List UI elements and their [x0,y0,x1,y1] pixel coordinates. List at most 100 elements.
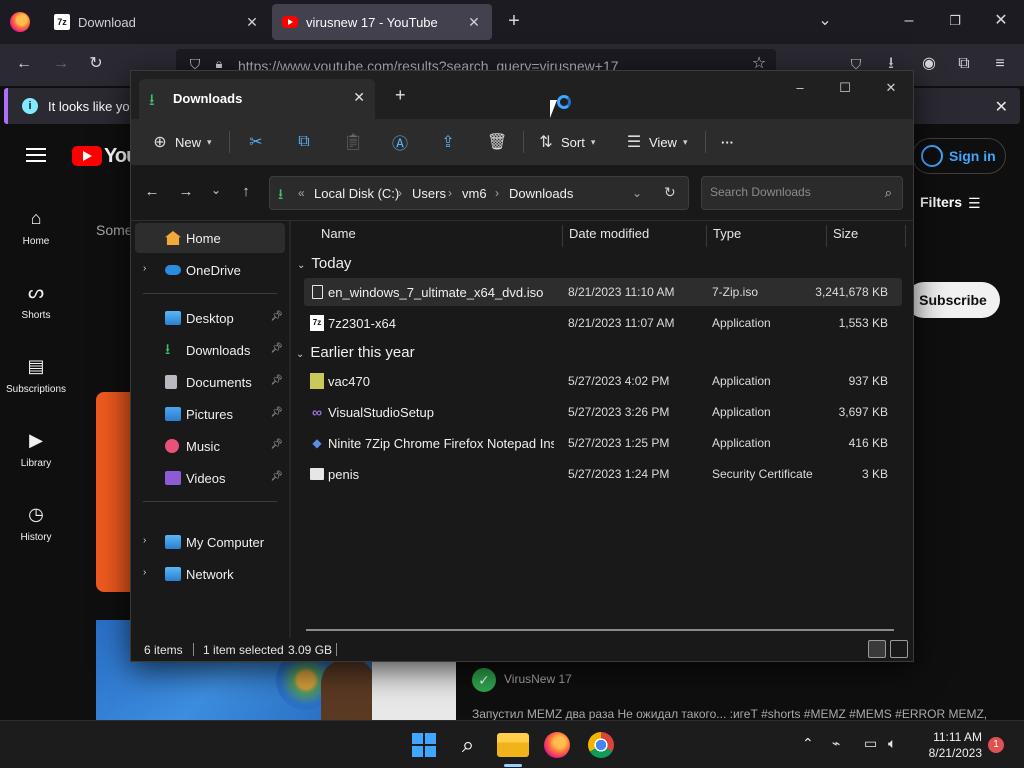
nav-item-pictures[interactable]: Pictures 📌︎ [135,399,285,429]
forward-icon[interactable]: → [175,183,197,203]
recent-locations-chevron-icon[interactable]: ⌄ [205,183,227,203]
pin-icon[interactable]: 📌︎ [270,471,283,482]
view-button[interactable]: ☰ View ▾ [625,127,688,157]
app-menu-icon[interactable]: ≡ [989,54,1011,76]
nav-item-onedrive[interactable]: › OneDrive [135,255,285,285]
pin-icon[interactable]: 📌︎ [270,407,283,418]
search-icon[interactable]: ⌕ [885,185,892,201]
nav-item-music[interactable]: Music 📌︎ [135,431,285,461]
sidebar-item-library[interactable]: ▶ Library [0,428,72,469]
sort-button[interactable]: ⇅ Sort ▾ [537,127,595,157]
clock[interactable]: 11:11 AM 8/21/2023 [918,729,982,761]
table-row[interactable]: ◆ Ninite 7Zip Chrome Firefox Notepad Ins… [304,429,902,457]
table-row[interactable]: vac470 5/27/2023 4:02 PM Application 937… [304,367,902,395]
start-button-windows-icon[interactable] [408,729,440,761]
channel-avatar[interactable]: ✓ [472,668,496,692]
more-crumbs-icon[interactable]: « [298,186,305,200]
nav-item-downloads[interactable]: ⭳ Downloads 📌︎ [135,335,285,365]
more-options-button[interactable]: ··· [721,127,734,157]
network-disconnected-icon[interactable]: ⌁ [832,735,840,752]
close-window-icon[interactable]: ✕ [990,11,1012,33]
new-tab-icon[interactable]: + [503,11,525,33]
table-row[interactable]: en_windows_7_ultimate_x64_dvd.iso 8/21/2… [304,278,902,306]
group-header-earlier-this-year[interactable]: ⌄ Earlier this year [296,344,415,361]
browser-tab-download[interactable]: 7z Download ✕ [44,4,270,40]
firefox-icon[interactable] [544,732,570,758]
youtube-logo[interactable] [72,146,102,166]
horizontal-scrollbar[interactable] [306,629,894,631]
maximize-icon[interactable]: ❐ [944,11,966,33]
pin-icon[interactable]: 📌︎ [270,343,283,354]
breadcrumb-item[interactable]: vm6 [462,186,487,201]
tab-list-chevron-icon[interactable]: ⌄ [814,11,836,33]
tiles-view-icon[interactable] [890,640,908,658]
close-window-icon[interactable]: ✕ [876,77,906,99]
delete-button[interactable]: 🗑︎ [487,127,507,157]
nav-item-network[interactable]: › Network [135,559,285,589]
paste-button[interactable]: 📋︎ [343,127,363,157]
share-button[interactable]: ⇪ [439,127,457,157]
breadcrumb-item[interactable]: Local Disk (C:) [314,186,399,201]
expand-chevron-icon[interactable]: › [143,535,146,546]
volume-icon[interactable]: 🔈︎ [888,735,896,752]
maximize-icon[interactable]: ☐ [830,77,860,99]
sidebar-item-shorts[interactable]: ᔕ Shorts [0,280,72,321]
expand-chevron-icon[interactable]: › [143,567,146,578]
subscribe-button[interactable]: Subscribe [906,282,1000,318]
nav-item-desktop[interactable]: Desktop 📌︎ [135,303,285,333]
firefox-menu-icon[interactable] [10,12,30,32]
rename-button[interactable]: Ⓐ [391,127,409,157]
notification-badge[interactable]: 1 [988,737,1004,753]
file-explorer-icon[interactable] [497,733,529,757]
cut-button[interactable]: ✂ [247,127,265,157]
sidebar-item-home[interactable]: ⌂ Home [0,206,72,247]
nav-item-documents[interactable]: Documents 📌︎ [135,367,285,397]
address-dropdown-chevron-icon[interactable]: ⌄ [632,186,642,200]
sign-in-button[interactable]: Sign in [912,138,1006,174]
up-icon[interactable]: ↑ [235,183,257,203]
address-bar[interactable]: ⭳ « Local Disk (C:) › Users › vm6 › Down… [269,176,689,210]
reload-icon[interactable]: ↻ [85,54,107,76]
refresh-icon[interactable]: ↻ [664,184,676,201]
show-hidden-icons-chevron-icon[interactable]: ⌃ [802,735,814,752]
nav-item-videos[interactable]: Videos 📌︎ [135,463,285,493]
display-icon[interactable]: ▭ [864,735,877,752]
new-button[interactable]: ⊕ New ▾ [151,127,211,157]
breadcrumb-chevron-icon[interactable]: › [448,186,452,200]
search-input[interactable] [710,185,870,199]
breadcrumb-item[interactable]: Downloads [509,186,573,201]
nav-item-home[interactable]: Home [135,223,285,253]
back-icon[interactable]: ← [141,183,163,203]
breadcrumb-chevron-icon[interactable]: › [495,186,499,200]
browser-tab-youtube[interactable]: virusnew 17 - YouTube ✕ [272,4,492,40]
search-icon[interactable]: ⌕ [452,729,484,761]
channel-name[interactable]: VirusNew 17 [504,672,572,686]
pin-icon[interactable]: 📌︎ [270,311,283,322]
account-icon[interactable]: ◉ [918,54,940,76]
table-row[interactable]: penis 5/27/2023 1:24 PM Security Certifi… [304,460,902,488]
filters-sliders-icon[interactable]: ☰ [968,195,981,212]
copy-button[interactable]: ⧉ [295,127,313,157]
expand-chevron-icon[interactable]: › [143,263,146,274]
close-tab-icon[interactable]: ✕ [244,14,260,31]
table-row[interactable]: ∞ VisualStudioSetup 5/27/2023 3:26 PM Ap… [304,398,902,426]
new-tab-icon[interactable]: + [395,85,406,106]
sidebar-item-subscriptions[interactable]: ▤ Subscriptions [0,354,72,395]
breadcrumb-item[interactable]: Users [412,186,446,201]
nav-item-my-computer[interactable]: › My Computer [135,527,285,557]
minimize-icon[interactable]: – [898,11,920,33]
sidebar-item-history[interactable]: ◷ History [0,502,72,543]
chrome-icon[interactable] [588,732,614,758]
table-row[interactable]: 7z 7z2301-x64 8/21/2023 11:07 AM Applica… [304,309,902,337]
minimize-icon[interactable]: – [785,77,815,99]
extensions-icon[interactable]: ⧉ [953,54,975,76]
filters-button[interactable]: Filters [920,194,962,210]
close-tab-icon[interactable]: ✕ [466,14,482,31]
pin-icon[interactable]: 📌︎ [270,439,283,450]
explorer-tab-downloads[interactable]: ⭳ Downloads ✕ [139,79,375,119]
breadcrumb-chevron-icon[interactable]: › [398,186,402,200]
forward-icon[interactable]: → [50,54,72,76]
close-tab-icon[interactable]: ✕ [353,89,365,106]
back-icon[interactable]: ← [13,54,35,76]
close-notification-icon[interactable]: ✕ [995,97,1008,117]
